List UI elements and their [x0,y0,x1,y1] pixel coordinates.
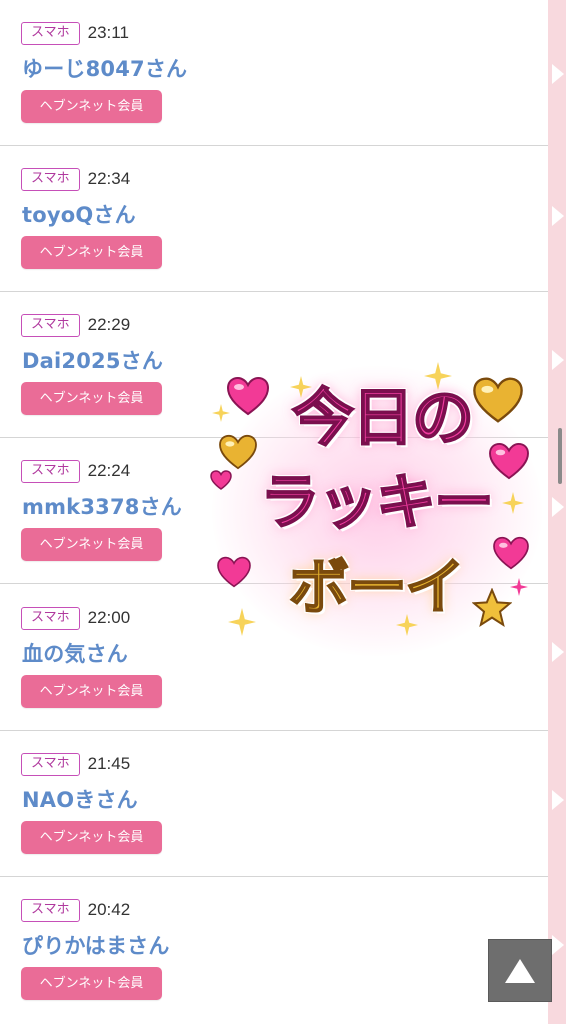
device-badge: スマホ [21,898,80,922]
membership-badge: ヘブンネット会員 [21,821,162,854]
strip-notch [552,497,564,517]
list-item[interactable]: スマホ 23:11 ゆーじ8047さん ヘブンネット会員 [0,0,548,146]
triangle-up-icon [505,958,535,983]
user-name-link[interactable]: ぴりかはまさん [22,930,170,960]
item-header: スマホ 22:29 [21,313,130,337]
device-badge: スマホ [21,459,80,483]
strip-notch [552,206,564,226]
strip-notch [552,64,564,84]
lucky-title-line2: ラッキー [259,467,495,539]
side-decoration-strip [548,0,566,1024]
list-item[interactable]: スマホ 20:42 ぴりかはまさん ヘブンネット会員 [0,877,548,1023]
device-badge: スマホ [21,313,80,337]
user-name-link[interactable]: 血の気さん [22,638,128,668]
device-badge: スマホ [21,752,80,776]
access-time: 22:00 [87,608,131,627]
item-header: スマホ 22:24 [21,459,130,483]
strip-notch [552,790,564,810]
scroll-to-top-button[interactable] [488,939,552,1002]
user-name-link[interactable]: ゆーじ8047さん [22,53,187,83]
lucky-title-line1: 今日の [291,381,475,455]
access-time: 22:29 [87,315,131,334]
strip-notch [552,935,564,955]
user-name-link[interactable]: toyoQさん [22,199,136,229]
access-time: 21:45 [87,754,131,773]
list-item[interactable]: スマホ 22:34 toyoQさん ヘブンネット会員 [0,146,548,292]
membership-badge: ヘブンネット会員 [21,236,162,269]
user-name-link[interactable]: Dai2025さん [22,345,163,375]
membership-badge: ヘブンネット会員 [21,675,162,708]
device-badge: スマホ [21,606,80,630]
item-header: スマホ 21:45 [21,752,130,776]
item-header: スマホ 22:00 [21,606,130,630]
membership-badge: ヘブンネット会員 [21,382,162,415]
list-item[interactable]: スマホ 21:45 NAOきさん ヘブンネット会員 [0,731,548,877]
user-name-link[interactable]: NAOきさん [22,784,138,814]
scrollbar-thumb[interactable] [558,428,562,484]
strip-notch [552,642,564,662]
lucky-title-line3: ボーイ [288,552,466,624]
device-badge: スマホ [21,167,80,191]
user-name-link[interactable]: mmk3378さん [22,491,182,521]
membership-badge: ヘブンネット会員 [21,528,162,561]
item-header: スマホ 23:11 [21,21,129,45]
membership-badge: ヘブンネット会員 [21,967,162,1000]
device-badge: スマホ [21,21,80,45]
item-header: スマホ 20:42 [21,898,130,922]
access-time: 23:11 [87,23,129,42]
lucky-boy-stamp: 今日の ラッキー ボーイ [202,356,550,662]
membership-badge: ヘブンネット会員 [21,90,162,123]
strip-notch [552,350,564,370]
access-time: 22:24 [87,461,131,480]
access-time: 20:42 [87,900,131,919]
access-time: 22:34 [87,169,131,188]
item-header: スマホ 22:34 [21,167,130,191]
